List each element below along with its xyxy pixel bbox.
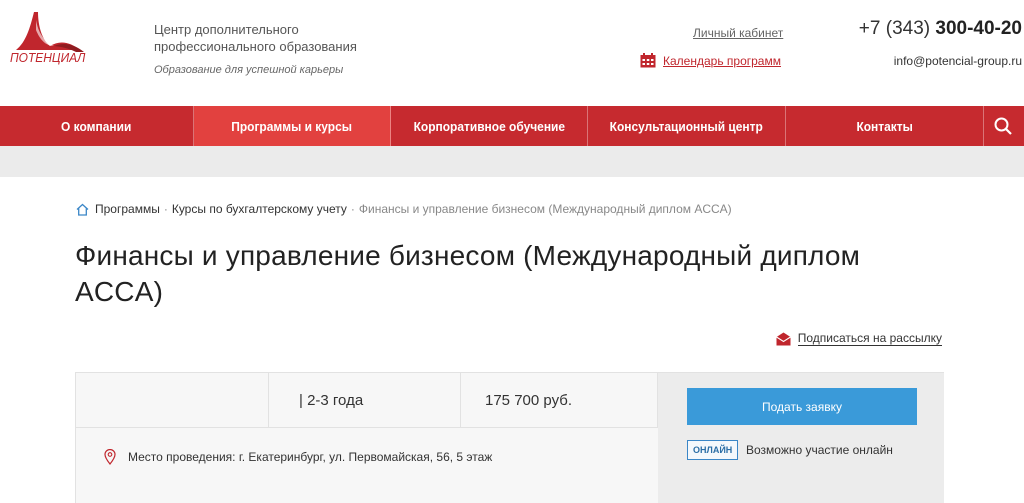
nav-item-company[interactable]: О компании (0, 106, 194, 146)
personal-cabinet-link[interactable]: Личный кабинет (693, 26, 783, 40)
email-link[interactable]: info@potencial-group.ru (894, 54, 1022, 68)
nav-label: Контакты (856, 118, 913, 134)
course-duration: | 2-3 года (269, 373, 461, 428)
subscribe-link[interactable]: Подписаться на рассылку (775, 331, 942, 346)
course-info-box: | 2-3 года 175 700 руб. Место проведения… (75, 372, 944, 503)
org-name-line2: профессионального образования (154, 39, 357, 54)
online-badge: ОНЛАЙН (687, 440, 739, 460)
course-location: Место проведения: г. Екатеринбург, ул. П… (104, 449, 492, 465)
calendar-icon (640, 53, 656, 68)
phone-main: 300-40-20 (935, 18, 1022, 39)
nav-label: Консультационный центр (609, 118, 764, 134)
course-price: 175 700 руб. (461, 373, 658, 428)
programs-calendar-link[interactable]: Календарь программ (640, 53, 781, 68)
page-title: Финансы и управление бизнесом (Междунаро… (75, 240, 861, 307)
phone-number[interactable]: +7 (343) 300-40-20 (859, 18, 1022, 40)
nav-item-corporate[interactable]: Корпоративное обучение (391, 106, 588, 146)
breadcrumb-separator: · (350, 202, 355, 216)
subscribe-label: Подписаться на рассылку (797, 331, 942, 346)
breadcrumb-programs[interactable]: Программы (95, 202, 160, 216)
calendar-link-label: Календарь программ (663, 53, 781, 68)
nav-item-programs[interactable]: Программы и курсы (194, 106, 391, 146)
site-header: ПОТЕНЦИАЛ Центр дополнительного професси… (0, 0, 1024, 106)
breadcrumb: Программы · Курсы по бухгалтерскому учет… (76, 202, 732, 216)
course-info-cell-empty (76, 373, 269, 428)
envelope-icon (775, 332, 791, 345)
breadcrumb-current: Финансы и управление бизнесом (Междунаро… (358, 202, 732, 216)
phone-prefix: +7 (343) (858, 18, 936, 39)
apply-button[interactable]: Подать заявку (687, 388, 917, 425)
enroll-panel: Подать заявку ОНЛАЙН Возможно участие он… (658, 373, 944, 503)
home-icon[interactable] (76, 203, 89, 216)
location-pin-icon (104, 449, 116, 465)
nav-label: О компании (61, 118, 132, 134)
org-name-line1: Центр дополнительного (154, 22, 299, 37)
course-info-row: | 2-3 года 175 700 руб. (76, 373, 658, 428)
breadcrumb-separator: · (163, 202, 168, 216)
slogan: Образование для успешной карьеры (154, 64, 344, 76)
search-button[interactable] (984, 106, 1022, 146)
search-icon (994, 117, 1012, 135)
nav-item-consulting[interactable]: Консультационный центр (588, 106, 786, 146)
logo-text: ПОТЕНЦИАЛ (10, 50, 86, 65)
nav-label: Корпоративное обучение (413, 118, 565, 134)
nav-item-contacts[interactable]: Контакты (786, 106, 984, 146)
breadcrumb-accounting-courses[interactable]: Курсы по бухгалтерскому учету (172, 202, 347, 216)
location-text: Место проведения: г. Екатеринбург, ул. П… (128, 450, 493, 464)
nav-label: Программы и курсы (231, 118, 353, 134)
online-participation-text: Возможно участие онлайн (746, 443, 893, 457)
nav-shadow-band (0, 146, 1024, 177)
main-nav: О компании Программы и курсы Корпоративн… (0, 106, 1024, 146)
